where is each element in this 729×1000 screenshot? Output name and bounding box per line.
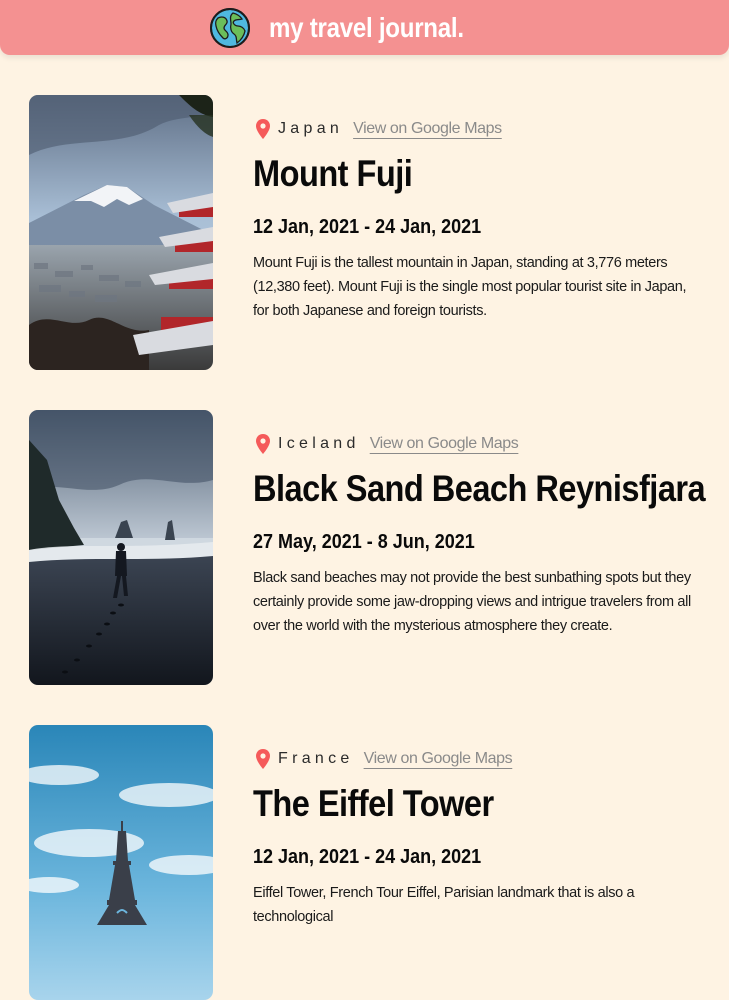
globe-icon [209,7,250,48]
black-sand-beach-photo [29,410,213,685]
entry-dates: 12 Jan, 2021 - 24 Jan, 2021 [253,845,482,868]
eiffel-tower-photo [29,725,213,1000]
mount-fuji-photo [29,95,213,370]
location-pin-icon [256,434,270,454]
journal-entry: France View on Google Maps The Eiffel To… [29,725,719,1000]
entry-description: Eiffel Tower, French Tour Eiffel, Parisi… [253,884,635,925]
entry-country: France [278,750,354,767]
entry-dates: 27 May, 2021 - 8 Jun, 2021 [253,530,475,553]
journal-entry: Iceland View on Google Maps Black Sand B… [29,410,719,685]
google-maps-link[interactable]: View on Google Maps [364,750,513,768]
entry-description: Black sand beaches may not provide the b… [253,569,691,634]
location-pin-icon [256,749,270,769]
entry-description: Mount Fuji is the tallest mountain in Ja… [253,254,687,319]
google-maps-link[interactable]: View on Google Maps [353,120,502,138]
app-brand: my travel journal. [268,11,464,43]
entry-country: Iceland [278,435,360,452]
app-header: my travel journal. [0,0,729,55]
entry-title: The Eiffel Tower [253,783,494,824]
journal-entry: Japan View on Google Maps Mount Fuji 12 … [29,95,719,370]
entry-country: Japan [278,120,344,137]
location-pin-icon [256,119,270,139]
entry-title: Mount Fuji [253,153,413,194]
google-maps-link[interactable]: View on Google Maps [370,435,519,453]
entry-title: Black Sand Beach Reynisfjara [253,468,706,509]
entry-dates: 12 Jan, 2021 - 24 Jan, 2021 [253,215,482,238]
